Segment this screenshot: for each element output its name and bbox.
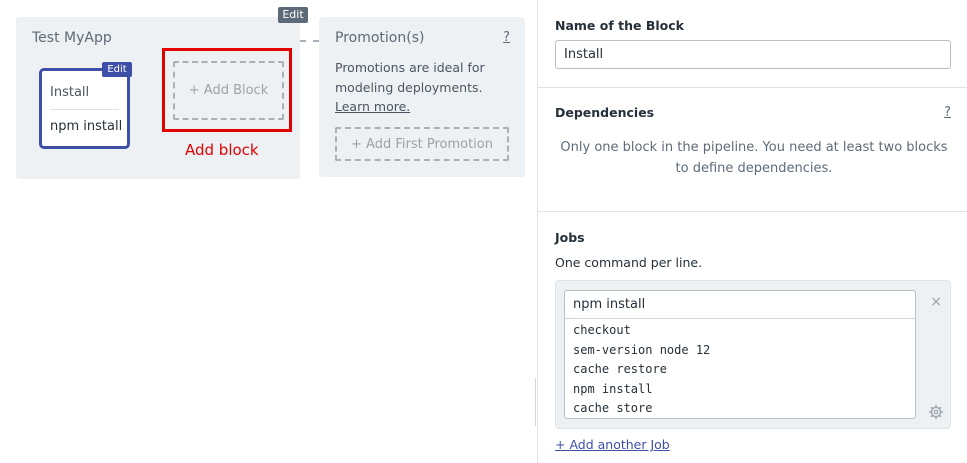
- job-commands-textarea[interactable]: checkout sem-version node 12 cache restore…: [564, 318, 916, 419]
- dependencies-label: Dependencies: [555, 105, 655, 120]
- close-icon[interactable]: ×: [930, 295, 942, 309]
- dependencies-message: Only one block in the pipeline. You need…: [560, 140, 948, 176]
- pipeline-connector: [300, 40, 319, 42]
- pipeline-card: Test MyApp Edit Install npm install + Ad…: [16, 17, 300, 179]
- learn-more-link[interactable]: Learn more.: [335, 99, 410, 114]
- jobs-hint: One command per line.: [555, 255, 703, 270]
- block-divider: [50, 109, 119, 110]
- block-editor-panel: Name of the Block Dependencies ? Only on…: [537, 0, 967, 463]
- block-name-input[interactable]: [555, 40, 951, 69]
- block-name: Install: [50, 85, 90, 100]
- promotions-card: Promotion(s) ? Promotions are ideal for …: [319, 17, 525, 177]
- job-command-line: checkout: [573, 323, 631, 337]
- block-edit-badge[interactable]: Edit: [102, 62, 132, 77]
- add-block-button[interactable]: + Add Block: [173, 61, 284, 120]
- job-command-line: cache restore: [573, 362, 667, 376]
- workflow-canvas: Test MyApp Edit Install npm install + Ad…: [0, 0, 541, 463]
- block-name-section: Name of the Block: [538, 0, 967, 88]
- add-first-promotion-button[interactable]: + Add First Promotion: [335, 127, 509, 161]
- add-another-job-link[interactable]: + Add another Job: [555, 437, 670, 452]
- pipeline-title: Test MyApp: [32, 30, 112, 46]
- job-card: checkout sem-version node 12 cache restore…: [555, 280, 951, 429]
- add-block-annotation: Add block: [185, 141, 259, 159]
- promotions-title: Promotion(s): [335, 30, 425, 46]
- job-command-line: sem-version node 12: [573, 342, 711, 357]
- block-name-label: Name of the Block: [555, 18, 684, 33]
- pipeline-edit-badge[interactable]: Edit: [278, 7, 308, 23]
- job-command-line: cache store: [573, 401, 653, 415]
- block-job: npm install: [50, 119, 123, 134]
- promotions-help-link[interactable]: ?: [503, 30, 510, 45]
- gear-icon[interactable]: [929, 405, 943, 419]
- block-install[interactable]: Edit Install npm install: [39, 62, 132, 149]
- job-command-line: npm install: [573, 381, 653, 396]
- promotions-description: Promotions are ideal for modeling deploy…: [335, 58, 520, 117]
- jobs-label: Jobs: [555, 230, 585, 245]
- job-name-input[interactable]: [564, 290, 916, 319]
- dependencies-help-link[interactable]: ?: [944, 105, 951, 120]
- promotions-description-text: Promotions are ideal for modeling deploy…: [335, 60, 485, 95]
